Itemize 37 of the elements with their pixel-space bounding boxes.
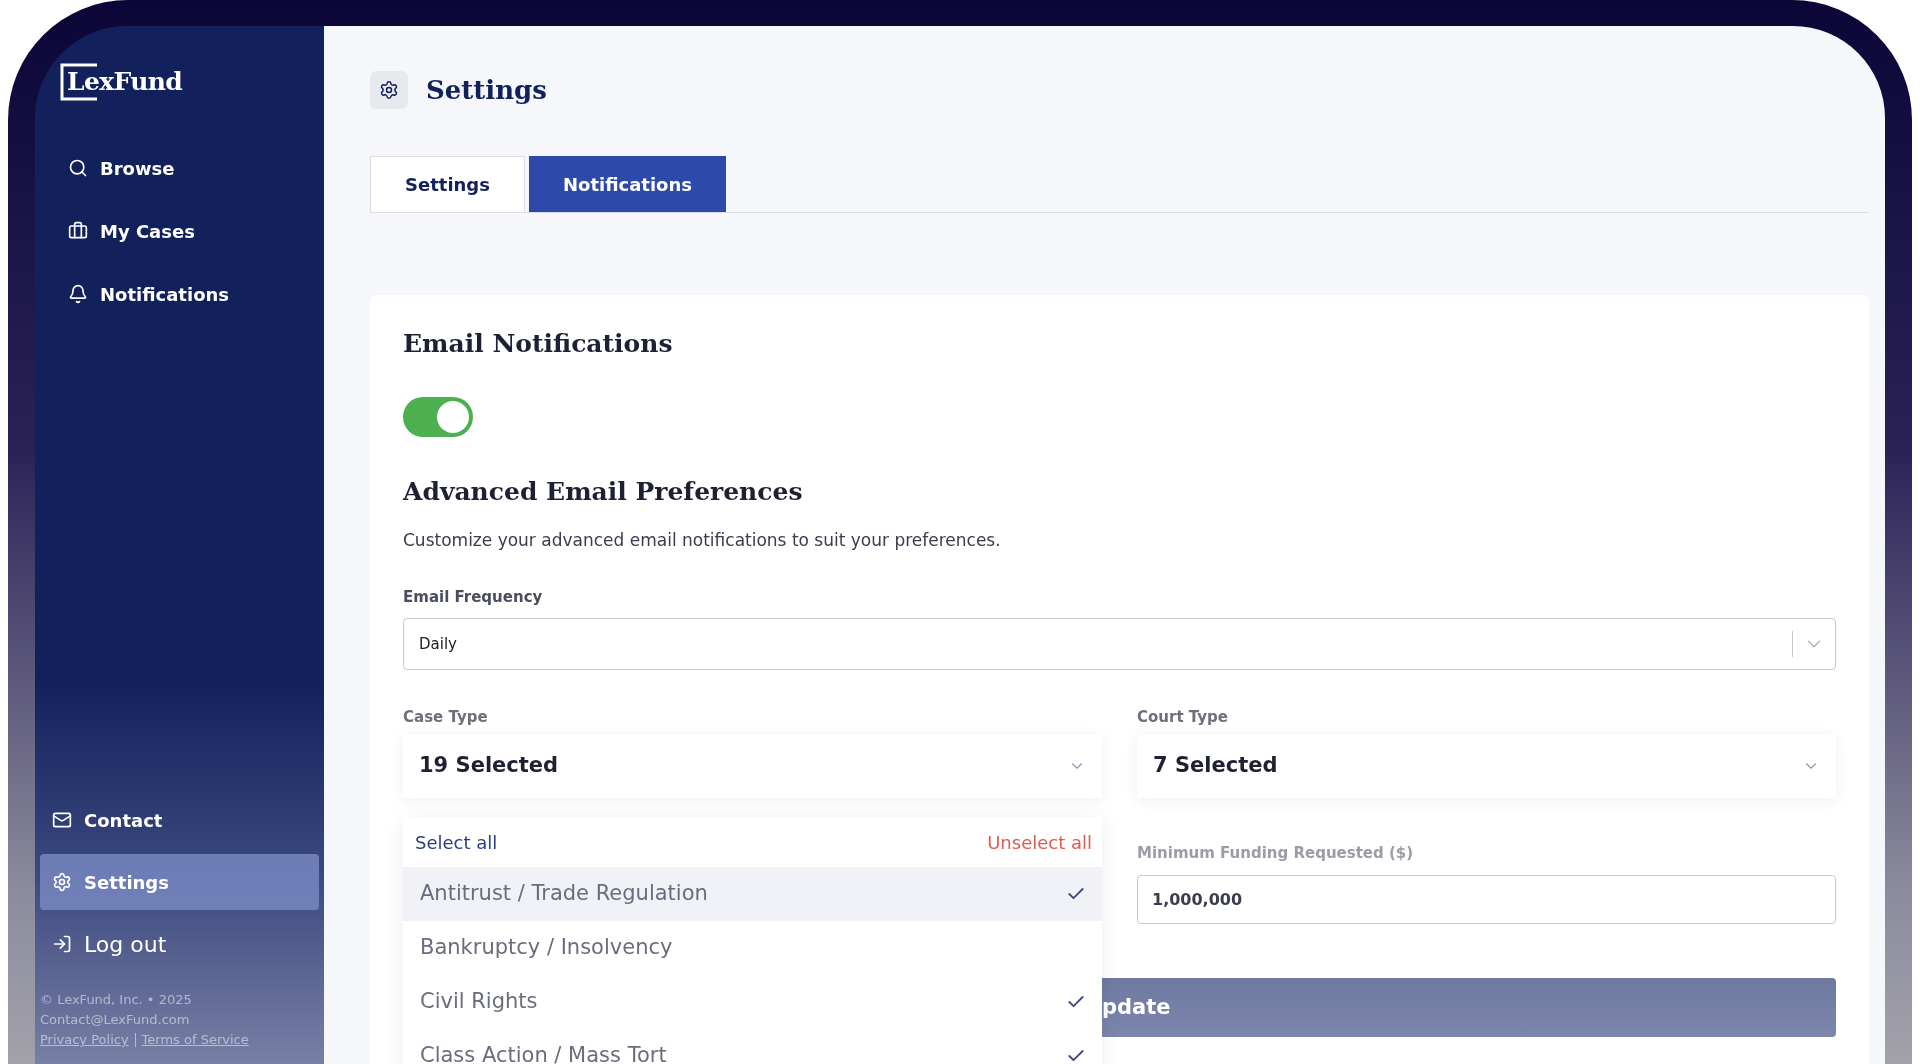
update-button[interactable]: pdate: [1102, 978, 1836, 1037]
dropdown-option[interactable]: Class Action / Mass Tort: [403, 1029, 1102, 1064]
section-title: Email Notifications: [403, 328, 674, 360]
bell-icon: [68, 284, 88, 304]
sidebar-item[interactable]: Log out: [40, 916, 319, 972]
field-label: Minimum Funding Requested ($): [1137, 842, 1415, 864]
field-label: Court Type: [1137, 707, 1229, 728]
sidebar-item[interactable]: My Cases: [56, 203, 303, 259]
search-icon: [68, 158, 88, 178]
page-title: Settings: [426, 73, 547, 107]
dropdown-option[interactable]: Bankruptcy / Insolvency: [403, 921, 1102, 975]
select-all-link[interactable]: Select all: [415, 828, 498, 856]
dropdown-option[interactable]: Antitrust / Trade Regulation: [403, 867, 1102, 921]
section-description: Customize your advanced email notifications to suit your preferences.: [403, 529, 1002, 552]
sidebar-item[interactable]: Browse: [56, 140, 303, 196]
sidebar-item[interactable]: Contact: [40, 792, 319, 848]
mail-icon: [52, 810, 72, 830]
logo: LexFund: [59, 62, 183, 102]
field-label: Email Frequency: [403, 586, 544, 608]
funding-input[interactable]: 1,000,000: [1137, 875, 1836, 924]
briefcase-icon: [68, 221, 88, 241]
field-label: Case Type: [403, 707, 489, 728]
tab[interactable]: Notifications: [528, 156, 726, 212]
section-title: Advanced Email Preferences: [403, 475, 804, 508]
tab[interactable]: Settings: [370, 156, 525, 212]
dropdown-option[interactable]: Civil Rights: [403, 975, 1102, 1029]
sidebar-item[interactable]: Settings: [40, 854, 319, 910]
frequency-select[interactable]: Daily: [403, 618, 1836, 670]
settings-icon: [370, 71, 408, 109]
sidebar-item[interactable]: Notifications: [56, 266, 303, 322]
unselect-all-link[interactable]: Unselect all: [987, 828, 1092, 856]
copyright-text: © LexFund, Inc. • 2025: [40, 991, 193, 1009]
case-type-select[interactable]: 19 Selected: [403, 734, 1102, 798]
logout-icon: [52, 934, 72, 954]
email-toggle[interactable]: [403, 396, 473, 437]
court-type-select[interactable]: 7 Selected: [1137, 734, 1836, 798]
settings-icon: [52, 872, 72, 892]
